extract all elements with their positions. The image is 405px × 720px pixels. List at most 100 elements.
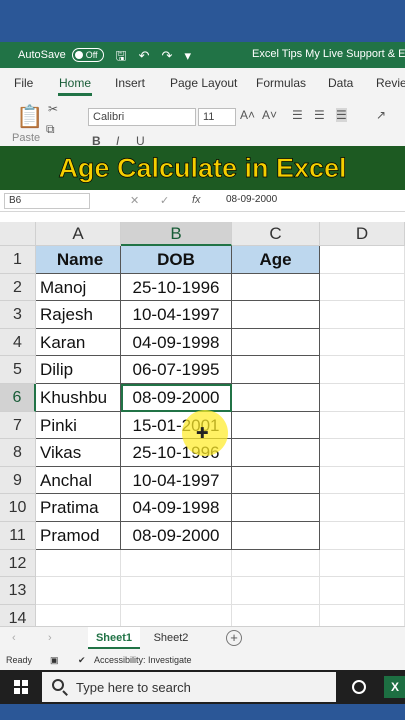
cell-d13[interactable] — [320, 577, 405, 605]
cell-c13[interactable] — [232, 577, 320, 605]
tab-file[interactable]: File — [14, 76, 33, 90]
windows-start-icon[interactable] — [14, 680, 28, 694]
cell-d2[interactable] — [320, 273, 405, 302]
name-box[interactable]: B6 — [4, 193, 90, 209]
macro-record-icon[interactable]: ▣ — [50, 655, 59, 666]
column-header-d[interactable]: D — [320, 222, 405, 246]
row-header-10[interactable]: 10 — [0, 494, 36, 522]
cancel-icon[interactable]: ✕ — [130, 194, 139, 207]
customize-toolbar-icon[interactable]: ▾ — [184, 49, 191, 62]
tab-home[interactable]: Home — [59, 76, 91, 90]
cell-b9[interactable]: 10-04-1997 — [121, 466, 232, 495]
font-name-select[interactable]: Calibri — [88, 108, 196, 126]
select-all-corner[interactable] — [0, 222, 36, 246]
cell-a8[interactable]: Vikas — [36, 439, 121, 467]
decrease-font-icon[interactable]: A˅ — [262, 108, 277, 122]
cell-c2[interactable] — [232, 273, 320, 302]
cell-d10[interactable] — [320, 494, 405, 522]
task-view-icon[interactable] — [352, 680, 366, 694]
cell-b6[interactable]: 08-09-2000 — [121, 384, 232, 412]
cell-c12[interactable] — [232, 549, 320, 578]
cell-a6[interactable]: Khushbu — [36, 384, 121, 412]
cell-a9[interactable]: Anchal — [36, 466, 121, 495]
cut-icon[interactable]: ✂ — [48, 102, 58, 116]
row-header-13[interactable]: 13 — [0, 577, 36, 605]
align-bottom-icon[interactable]: ☰ — [336, 108, 347, 122]
cell-d12[interactable] — [320, 549, 405, 578]
row-header-1[interactable]: 1 — [0, 246, 36, 274]
font-size-select[interactable]: 11 — [198, 108, 236, 126]
cell-b4[interactable]: 04-09-1998 — [121, 328, 232, 357]
row-header-8[interactable]: 8 — [0, 439, 36, 467]
cell-a3[interactable]: Rajesh — [36, 301, 121, 329]
increase-font-icon[interactable]: A˄ — [240, 108, 255, 122]
cell-d6[interactable] — [320, 384, 405, 412]
orientation-icon[interactable]: ↗ — [376, 108, 386, 122]
cell-a12[interactable] — [36, 549, 121, 578]
row-header-9[interactable]: 9 — [0, 466, 36, 495]
cell-c1[interactable]: Age — [232, 246, 320, 274]
row-header-2[interactable]: 2 — [0, 273, 36, 302]
cell-d8[interactable] — [320, 439, 405, 467]
save-icon[interactable]: 🖫 — [116, 49, 127, 62]
tab-data[interactable]: Data — [328, 76, 353, 90]
next-sheet-icon[interactable]: › — [48, 632, 52, 644]
cell-c8[interactable] — [232, 439, 320, 467]
autosave-toggle[interactable]: Off — [71, 48, 104, 62]
cell-d7[interactable] — [320, 411, 405, 440]
cell-b10[interactable]: 04-09-1998 — [121, 494, 232, 522]
cell-b5[interactable]: 06-07-1995 — [121, 356, 232, 384]
cell-a2[interactable]: Manoj — [36, 273, 121, 302]
accessibility-status[interactable]: Accessibility: Investigate — [94, 655, 192, 665]
cell-d4[interactable] — [320, 328, 405, 357]
row-header-12[interactable]: 12 — [0, 549, 36, 578]
column-header-b[interactable]: B — [121, 222, 232, 246]
tab-formulas[interactable]: Formulas — [256, 76, 306, 90]
sheet-tab-sheet2[interactable]: Sheet2 — [146, 627, 196, 649]
excel-taskbar-icon[interactable]: X — [384, 676, 405, 698]
insert-function-icon[interactable]: fx — [192, 194, 201, 206]
cell-b2[interactable]: 25-10-1996 — [121, 273, 232, 302]
row-header-7[interactable]: 7 — [0, 411, 36, 440]
cell-a10[interactable]: Pratima — [36, 494, 121, 522]
tab-insert[interactable]: Insert — [115, 76, 145, 90]
cell-c10[interactable] — [232, 494, 320, 522]
sheet-tab-sheet1[interactable]: Sheet1 — [88, 627, 140, 649]
cell-c11[interactable] — [232, 522, 320, 550]
cell-b11[interactable]: 08-09-2000 — [121, 522, 232, 550]
cell-d1[interactable] — [320, 246, 405, 274]
cell-c9[interactable] — [232, 466, 320, 495]
cell-c7[interactable] — [232, 411, 320, 440]
row-header-4[interactable]: 4 — [0, 328, 36, 357]
cell-a1[interactable]: Name — [36, 246, 121, 274]
tab-page-layout[interactable]: Page Layout — [170, 76, 237, 90]
row-header-3[interactable]: 3 — [0, 301, 36, 329]
cell-a4[interactable]: Karan — [36, 328, 121, 357]
row-header-11[interactable]: 11 — [0, 522, 36, 550]
column-header-c[interactable]: C — [232, 222, 320, 246]
cell-a13[interactable] — [36, 577, 121, 605]
formula-input[interactable]: 08-09-2000 — [226, 194, 277, 205]
cell-d11[interactable] — [320, 522, 405, 550]
cell-b1[interactable]: DOB — [121, 246, 232, 274]
align-top-icon[interactable]: ☰ — [292, 108, 303, 122]
column-header-a[interactable]: A — [36, 222, 121, 246]
cell-d9[interactable] — [320, 466, 405, 495]
cell-a5[interactable]: Dilip — [36, 356, 121, 384]
enter-icon[interactable]: ✓ — [160, 194, 169, 207]
undo-icon[interactable]: ↶ — [139, 49, 150, 62]
cell-a11[interactable]: Pramod — [36, 522, 121, 550]
cell-d3[interactable] — [320, 301, 405, 329]
row-header-6[interactable]: 6 — [0, 384, 36, 412]
paste-icon[interactable]: 📋 — [16, 104, 43, 130]
cell-a7[interactable]: Pinki — [36, 411, 121, 440]
cell-c5[interactable] — [232, 356, 320, 384]
row-header-5[interactable]: 5 — [0, 356, 36, 384]
align-middle-icon[interactable]: ☰ — [314, 108, 325, 122]
cell-b12[interactable] — [121, 549, 232, 578]
cell-d5[interactable] — [320, 356, 405, 384]
tab-review[interactable]: Revie — [376, 76, 405, 90]
cell-c6[interactable] — [232, 384, 320, 412]
prev-sheet-icon[interactable]: ‹ — [12, 632, 16, 644]
cell-b3[interactable]: 10-04-1997 — [121, 301, 232, 329]
